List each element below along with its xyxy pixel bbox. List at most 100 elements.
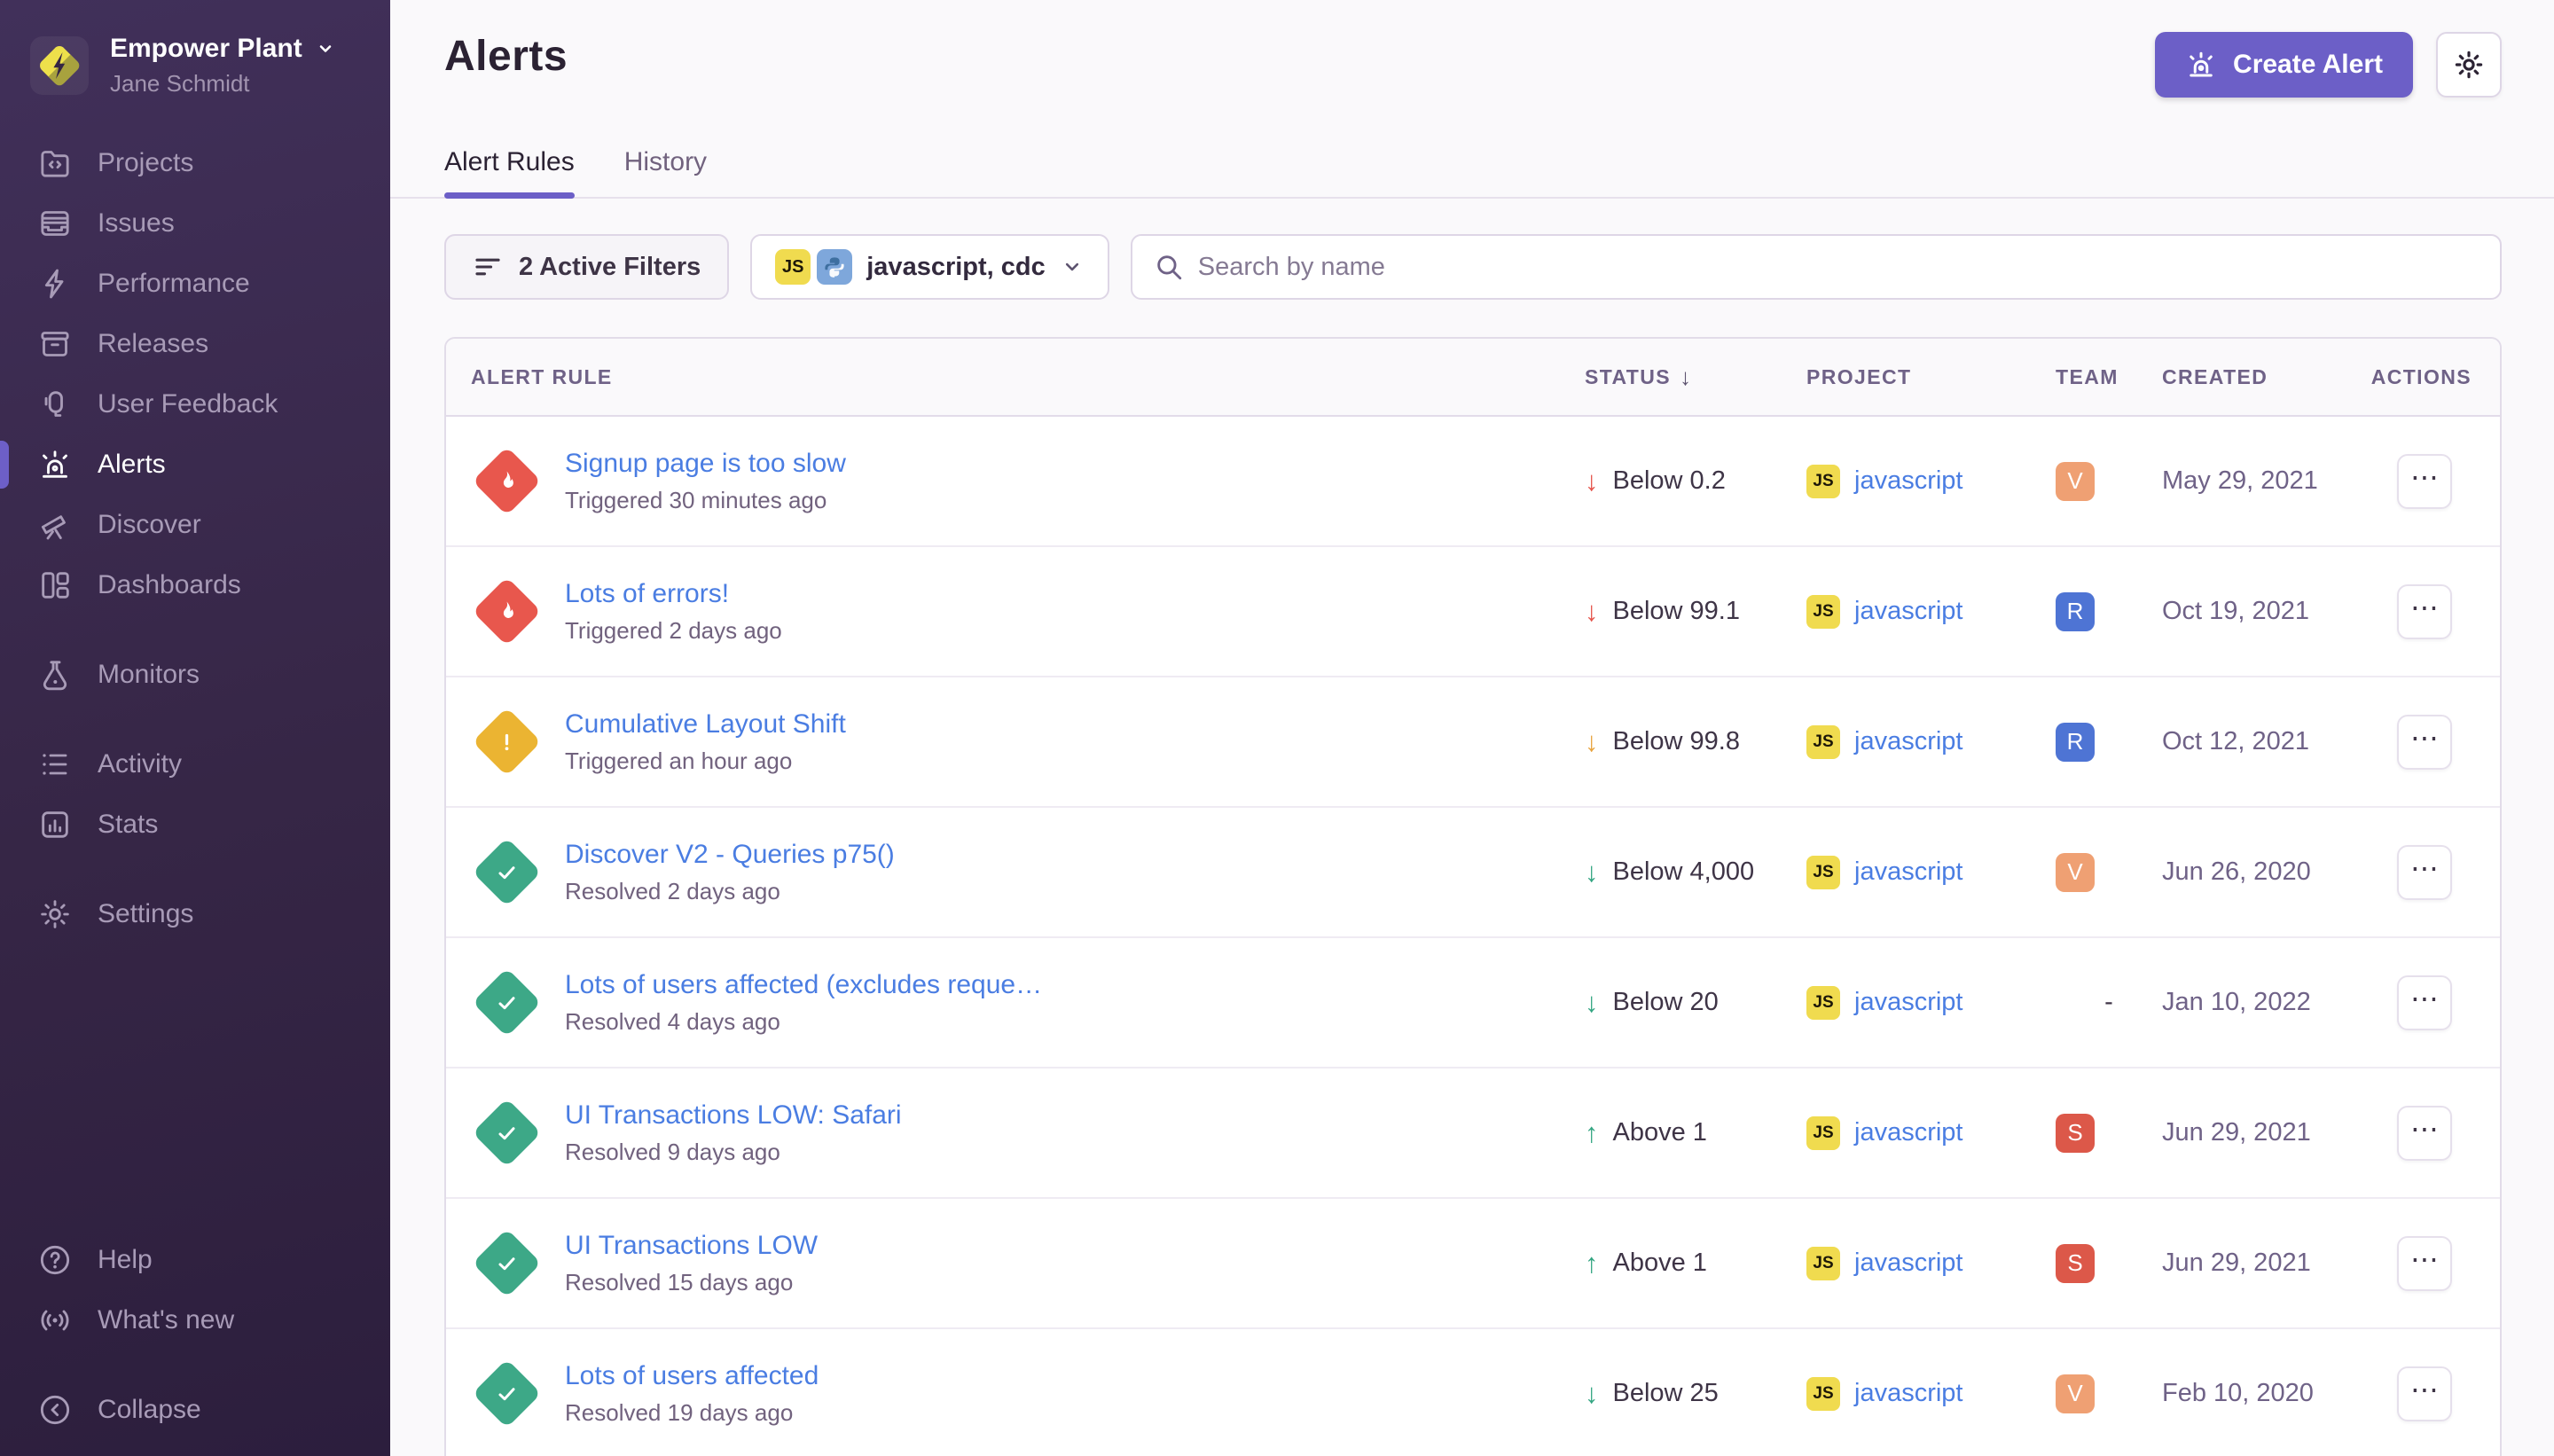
alert-rule-link[interactable]: Signup page is too slow: [565, 449, 846, 479]
row-actions-button[interactable]: ⋯: [2397, 1106, 2452, 1161]
row-actions-button[interactable]: ⋯: [2397, 454, 2452, 509]
trend-arrow-icon: ↑: [1585, 1117, 1599, 1149]
org-switcher[interactable]: Empower Plant Jane Schmidt: [0, 0, 390, 98]
javascript-icon: JS: [1806, 1116, 1840, 1150]
page-title: Alerts: [444, 32, 568, 81]
sidebar-item-settings[interactable]: Settings: [0, 884, 390, 944]
alert-rule-link[interactable]: Discover V2 - Queries p75(): [565, 840, 895, 870]
javascript-icon: JS: [1806, 1247, 1840, 1280]
row-actions-button[interactable]: ⋯: [2397, 584, 2452, 639]
project-filter-dropdown[interactable]: JS javascript, cdc: [750, 234, 1109, 300]
created-cell: May 29, 2021: [2162, 466, 2357, 496]
project-link[interactable]: javascript: [1854, 1118, 1963, 1147]
alert-rule-link[interactable]: UI Transactions LOW: [565, 1231, 818, 1261]
alert-rule-link[interactable]: Cumulative Layout Shift: [565, 709, 846, 740]
alert-rule-link[interactable]: Lots of users affected (excludes reque…: [565, 970, 1042, 1000]
column-header-team: Team: [2056, 365, 2162, 389]
sidebar-item-collapse[interactable]: Collapse: [0, 1380, 390, 1440]
search-box: [1131, 234, 2502, 300]
row-actions-button[interactable]: ⋯: [2397, 1236, 2452, 1291]
org-logo: [30, 36, 89, 95]
user-feedback-icon: [37, 387, 73, 422]
tab-alert-rules[interactable]: Alert Rules: [444, 147, 575, 197]
project-link[interactable]: javascript: [1854, 1249, 1963, 1278]
project-link[interactable]: javascript: [1854, 597, 1963, 626]
javascript-icon: JS: [1806, 1377, 1840, 1411]
sidebar-item-performance[interactable]: Performance: [0, 254, 390, 314]
alert-rule-link[interactable]: UI Transactions LOW: Safari: [565, 1100, 902, 1131]
table-header: Alert Rule Status ↓ Project Team Created…: [446, 339, 2500, 417]
settings-button[interactable]: [2436, 32, 2502, 98]
row-actions-button[interactable]: ⋯: [2397, 975, 2452, 1030]
project-link[interactable]: javascript: [1854, 857, 1963, 887]
sidebar-item-label: Performance: [98, 269, 250, 299]
project-cell: JS javascript: [1806, 986, 2056, 1020]
table-row: UI Transactions LOW Resolved 15 days ago…: [446, 1199, 2500, 1329]
created-cell: Oct 12, 2021: [2162, 727, 2357, 756]
sidebar-item-releases[interactable]: Releases: [0, 314, 390, 374]
sidebar-item-label: Stats: [98, 810, 158, 840]
team-cell: V: [2056, 462, 2162, 501]
table-row: Signup page is too slow Triggered 30 min…: [446, 417, 2500, 547]
sidebar-item-discover[interactable]: Discover: [0, 495, 390, 555]
project-link[interactable]: javascript: [1854, 466, 1963, 496]
sidebar-item-issues[interactable]: Issues: [0, 193, 390, 254]
project-cell: JS javascript: [1806, 1377, 2056, 1411]
table-row: Lots of errors! Triggered 2 days ago ↓ B…: [446, 547, 2500, 677]
sidebar-item-dashboards[interactable]: Dashboards: [0, 555, 390, 615]
search-input[interactable]: [1198, 253, 2479, 282]
team-cell: S: [2056, 1114, 2162, 1153]
column-header-status[interactable]: Status ↓: [1585, 364, 1806, 391]
create-alert-button[interactable]: Create Alert: [2155, 32, 2413, 98]
filter-row: 2 Active Filters JS javascript, cdc: [444, 234, 2502, 300]
active-filters-button[interactable]: 2 Active Filters: [444, 234, 729, 300]
row-actions-button[interactable]: ⋯: [2397, 1366, 2452, 1421]
create-alert-label: Create Alert: [2233, 50, 2383, 80]
row-actions-button[interactable]: ⋯: [2397, 845, 2452, 900]
siren-icon: [37, 447, 73, 482]
row-actions-button[interactable]: ⋯: [2397, 715, 2452, 770]
team-badge: R: [2056, 723, 2095, 762]
sidebar-item-label: User Feedback: [98, 389, 278, 419]
alert-rule-subtitle: Resolved 19 days ago: [565, 1399, 819, 1427]
project-cell: JS javascript: [1806, 856, 2056, 889]
alert-rule-subtitle: Resolved 9 days ago: [565, 1139, 902, 1166]
tab-history[interactable]: History: [624, 147, 707, 197]
project-link[interactable]: javascript: [1854, 1379, 1963, 1408]
search-icon: [1154, 252, 1184, 282]
sidebar-item-monitors[interactable]: Monitors: [0, 645, 390, 705]
project-link[interactable]: javascript: [1854, 988, 1963, 1017]
status-value: Below 99.8: [1613, 727, 1741, 756]
created-cell: Jan 10, 2022: [2162, 988, 2357, 1017]
team-badge: S: [2056, 1114, 2095, 1153]
releases-icon: [37, 326, 73, 362]
sidebar-item-stats[interactable]: Stats: [0, 795, 390, 855]
sidebar-item-whats-new[interactable]: What's new: [0, 1290, 390, 1350]
alert-rule-link[interactable]: Lots of users affected: [565, 1361, 819, 1391]
sidebar-item-user-feedback[interactable]: User Feedback: [0, 374, 390, 434]
status-value: Below 20: [1613, 988, 1719, 1017]
page-header: Alerts Create Alert: [390, 0, 2554, 98]
created-cell: Jun 29, 2021: [2162, 1118, 2357, 1147]
created-cell: Jun 29, 2021: [2162, 1249, 2357, 1278]
org-name: Empower Plant: [110, 34, 336, 64]
sidebar-item-alerts[interactable]: Alerts: [0, 434, 390, 495]
help-icon: [37, 1242, 73, 1278]
trend-arrow-icon: ↓: [1585, 1378, 1599, 1410]
issues-icon: [37, 206, 73, 241]
table-row: UI Transactions LOW: Safari Resolved 9 d…: [446, 1069, 2500, 1199]
status-value: Below 25: [1613, 1379, 1719, 1408]
python-icon: [817, 249, 852, 285]
project-cell: JS javascript: [1806, 465, 2056, 498]
project-link[interactable]: javascript: [1854, 727, 1963, 756]
sidebar-item-help[interactable]: Help: [0, 1230, 390, 1290]
team-badge: -: [2056, 983, 2162, 1022]
alerts-table: Alert Rule Status ↓ Project Team Created…: [444, 337, 2502, 1456]
filter-icon: [473, 252, 503, 282]
created-cell: Jun 26, 2020: [2162, 857, 2357, 887]
trend-arrow-icon: ↓: [1585, 857, 1599, 888]
alert-rule-link[interactable]: Lots of errors!: [565, 579, 782, 609]
sidebar-item-activity[interactable]: Activity: [0, 734, 390, 795]
sidebar-item-projects[interactable]: Projects: [0, 133, 390, 193]
sidebar-item-label: Dashboards: [98, 570, 241, 600]
